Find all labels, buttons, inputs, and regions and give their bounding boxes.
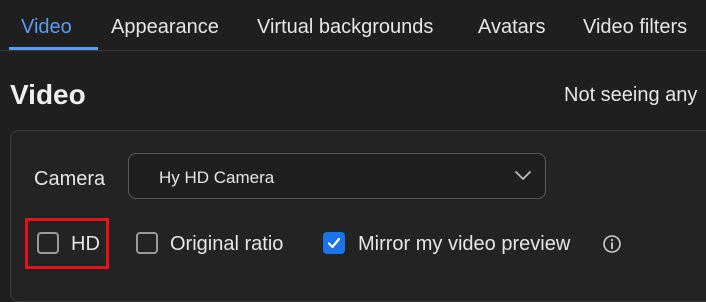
chevron-down-icon	[515, 171, 531, 180]
tab-appearance[interactable]: Appearance	[111, 16, 219, 39]
camera-help-link[interactable]: Not seeing any	[564, 84, 697, 107]
original-ratio-label[interactable]: Original ratio	[170, 233, 283, 256]
original-ratio-checkbox[interactable]	[136, 232, 158, 254]
tab-virtual-backgrounds[interactable]: Virtual backgrounds	[257, 16, 433, 39]
camera-label: Camera	[34, 168, 106, 190]
active-tab-indicator	[9, 47, 98, 50]
hd-checkbox[interactable]	[37, 232, 59, 254]
mirror-video-checkbox[interactable]	[323, 232, 345, 254]
checkmark-icon	[327, 237, 341, 249]
camera-select[interactable]: Hy HD Camera	[128, 153, 546, 199]
tab-video-filters[interactable]: Video filters	[583, 16, 687, 39]
section-title: Video	[10, 79, 86, 110]
hd-label[interactable]: HD	[71, 233, 100, 256]
camera-select-value: Hy HD Camera	[159, 168, 275, 187]
info-icon[interactable]	[602, 234, 622, 254]
tab-avatars[interactable]: Avatars	[478, 16, 545, 39]
mirror-video-label[interactable]: Mirror my video preview	[358, 233, 570, 256]
tab-bar: Video Appearance Virtual backgrounds Ava…	[0, 0, 706, 51]
tab-video[interactable]: Video	[21, 16, 72, 39]
